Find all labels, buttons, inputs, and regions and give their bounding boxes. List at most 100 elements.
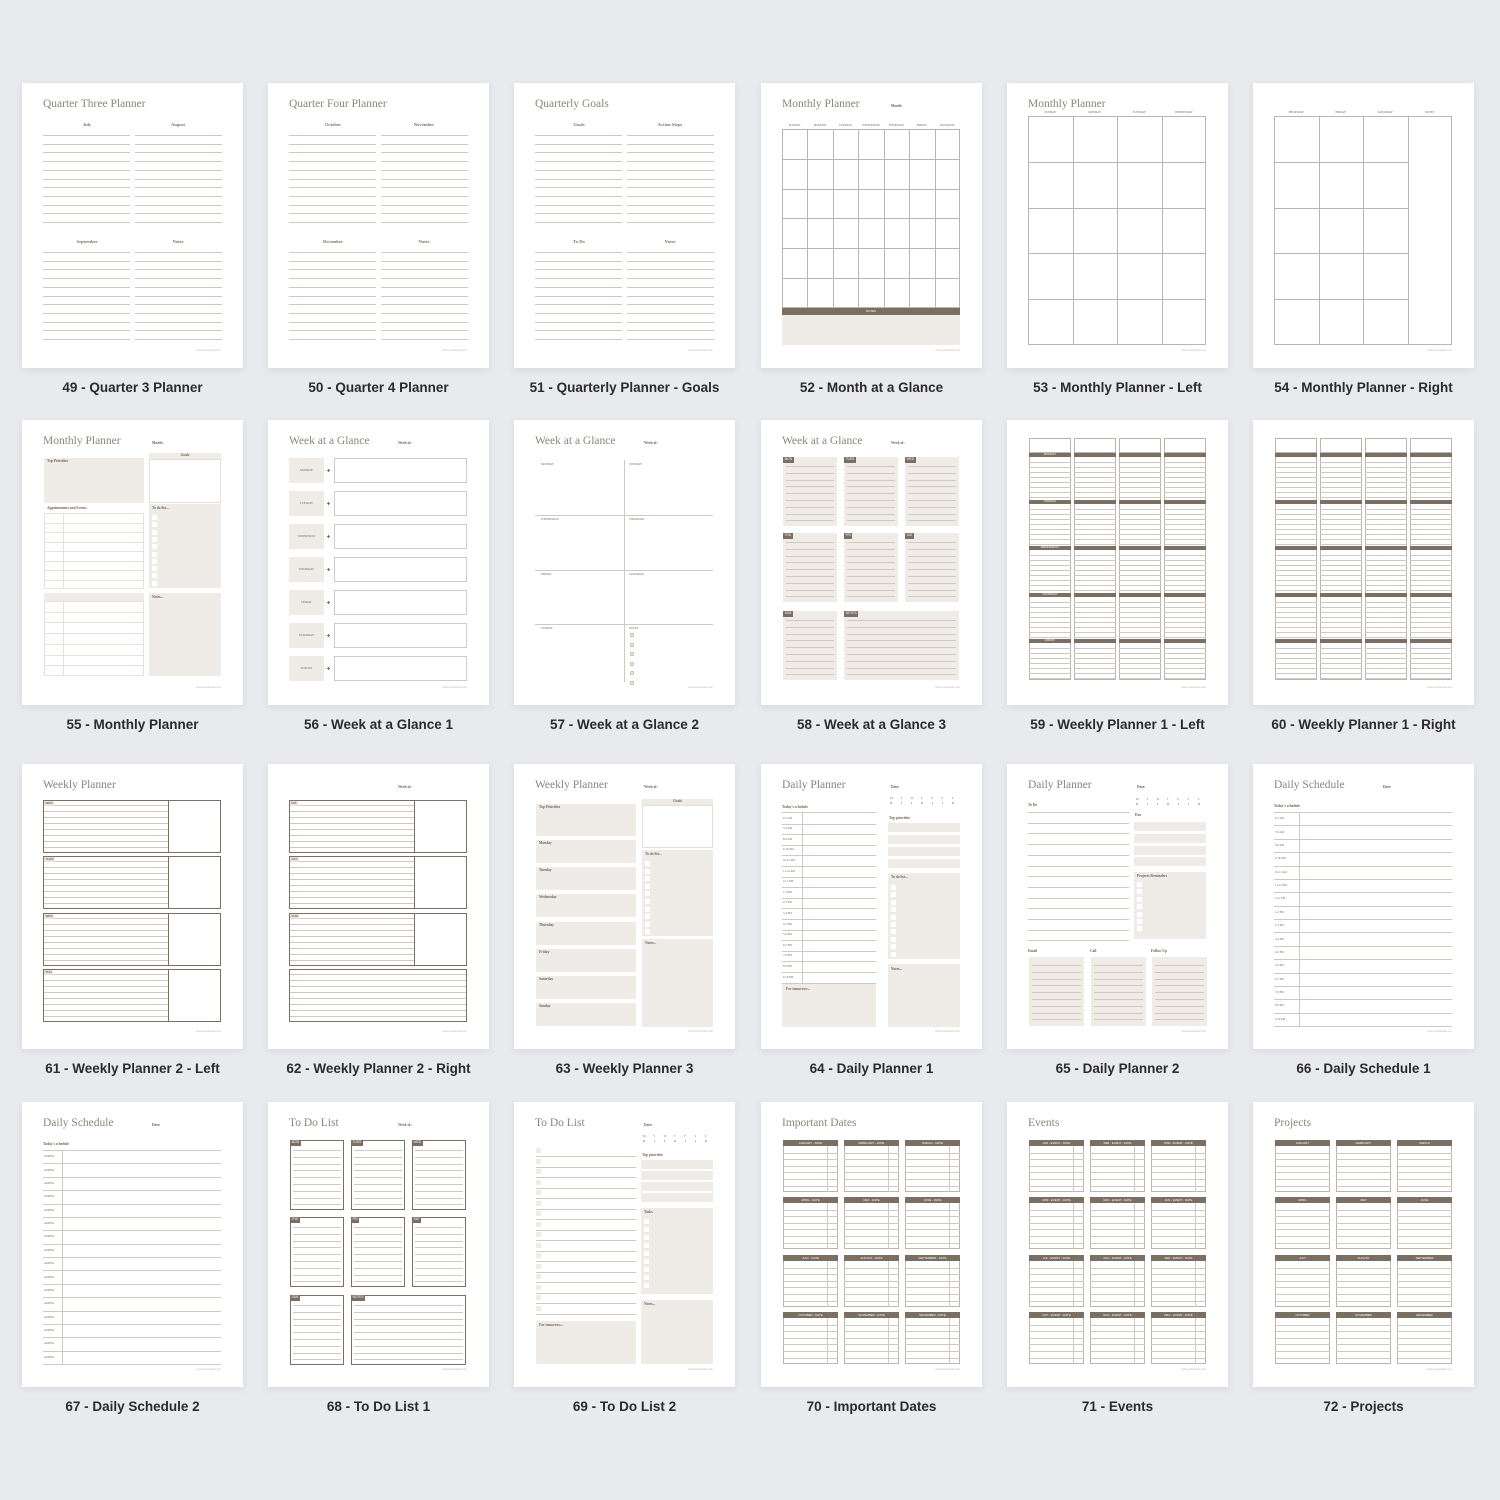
ruled-line: [905, 1300, 960, 1302]
day-bar: [1074, 546, 1116, 550]
ruled-line: [415, 1190, 463, 1192]
ruled-line: [289, 161, 376, 162]
planner-page-thumbnail: Daily Schedule Date: www.yourwebsite.com To…: [22, 1102, 243, 1387]
ruled-line: [1119, 627, 1161, 628]
day-tab: NOTES: [844, 611, 859, 617]
checkbox: [536, 1190, 541, 1195]
ruled-line: [1028, 854, 1129, 856]
ruled-line: [1365, 601, 1407, 603]
ruled-line: [43, 1190, 221, 1191]
ruled-line: [1119, 482, 1161, 483]
ruled-line: [1155, 1019, 1204, 1021]
day-box: [536, 1003, 636, 1027]
ruled-line: [44, 1004, 168, 1005]
ruled-line: [1275, 668, 1317, 669]
ruled-line: [293, 1240, 341, 1242]
ruled-line: [44, 1016, 168, 1017]
weekday-dot: [663, 1140, 666, 1142]
ruled-line: [908, 548, 956, 550]
ruled-line: [1410, 487, 1452, 488]
ruled-line: [1090, 1242, 1145, 1244]
ruled-line: [905, 1331, 960, 1332]
ruled-line: [1029, 518, 1071, 520]
date-column-divider: [949, 1203, 950, 1249]
ruled-line: [1410, 518, 1452, 520]
checkbox: [536, 1232, 541, 1237]
checkbox: [152, 544, 157, 550]
ruled-line: [1320, 652, 1362, 654]
day-bar: [1320, 453, 1362, 457]
ruled-line: [1074, 564, 1116, 566]
day-bar: [1119, 546, 1161, 550]
ruled-line: [290, 1016, 466, 1017]
ruled-line: [289, 187, 376, 188]
grid-line: [782, 278, 960, 279]
ruled-line: [535, 152, 622, 154]
day-tab: SAT: [412, 1217, 422, 1223]
ruled-line: [43, 1176, 221, 1178]
ruled-line: [1028, 929, 1129, 931]
goals-label: Goals: [673, 799, 682, 804]
weekday-letter: S: [941, 796, 944, 800]
page-title: Events: [1028, 1117, 1060, 1129]
ruled-line: [1094, 985, 1143, 987]
checkbox: [644, 1275, 649, 1280]
ruled-line: [43, 312, 130, 314]
ruled-line: [536, 1187, 636, 1189]
ruled-line: [1275, 1331, 1330, 1332]
ruled-line: [908, 562, 956, 564]
ruled-line: [1090, 1172, 1145, 1174]
grid-line: [782, 218, 960, 220]
ruled-line: [1365, 492, 1407, 493]
day-box: [783, 457, 837, 526]
ruled-line: [627, 161, 714, 162]
ruled-line: [908, 589, 956, 591]
ruled-line: [1164, 616, 1206, 618]
ruled-line: [1397, 1294, 1452, 1295]
ruled-line: [1029, 1172, 1084, 1174]
ruled-line: [1151, 1242, 1206, 1244]
ruled-line: [43, 169, 130, 171]
ruled-line: [135, 178, 222, 180]
ruled-line: [1029, 1165, 1084, 1167]
ruled-line: [135, 304, 222, 305]
planner-page-card: www.yourwebsite.com MONDAY TUESDAY WEDNESDA…: [1007, 420, 1228, 750]
weekday-dot: [1167, 803, 1169, 805]
ruled-line: [1275, 1287, 1330, 1289]
ruled-line: [293, 1190, 341, 1192]
weekday-dot: [694, 1140, 697, 1142]
planner-page-thumbnail: Weekly Planner Week of: www.yourwebsite.co…: [514, 764, 735, 1049]
ruled-line: [1119, 652, 1161, 654]
ruled-line: [1164, 487, 1206, 488]
ruled-line: [44, 879, 168, 880]
header-label: Week of:: [891, 441, 905, 445]
month-label: DEC - EVENT - DATE: [1164, 1312, 1193, 1317]
checkbox: [536, 1274, 541, 1279]
ruled-line: [1029, 585, 1071, 586]
ruled-line: [354, 1267, 402, 1269]
ruled-line: [289, 143, 376, 145]
ruled-line: [908, 493, 956, 494]
month-label: JULY: [1299, 1255, 1306, 1260]
ruled-line: [415, 1204, 463, 1206]
ruled-line: [627, 321, 714, 323]
page-caption: 60 - Weekly Planner 1 - Right: [1271, 717, 1456, 732]
table-row-line: [44, 611, 144, 613]
checkbox: [645, 929, 650, 935]
ruled-line: [1119, 668, 1161, 669]
ruled-line: [847, 479, 895, 481]
ruled-line: [535, 312, 622, 314]
ruled-line: [783, 1331, 838, 1332]
ruled-line: [293, 1177, 341, 1178]
ruled-line: [1155, 978, 1204, 980]
ruled-line: [1090, 1324, 1145, 1326]
ruled-line: [627, 339, 714, 340]
ruled-line: [1029, 668, 1071, 669]
ruled-line: [1119, 492, 1161, 493]
ruled-line: [535, 222, 622, 223]
ruled-line: [1365, 657, 1407, 659]
ruled-line: [1029, 471, 1071, 473]
ruled-line: [290, 891, 414, 892]
ruled-line: [381, 295, 468, 297]
ruled-line: [1028, 812, 1129, 813]
